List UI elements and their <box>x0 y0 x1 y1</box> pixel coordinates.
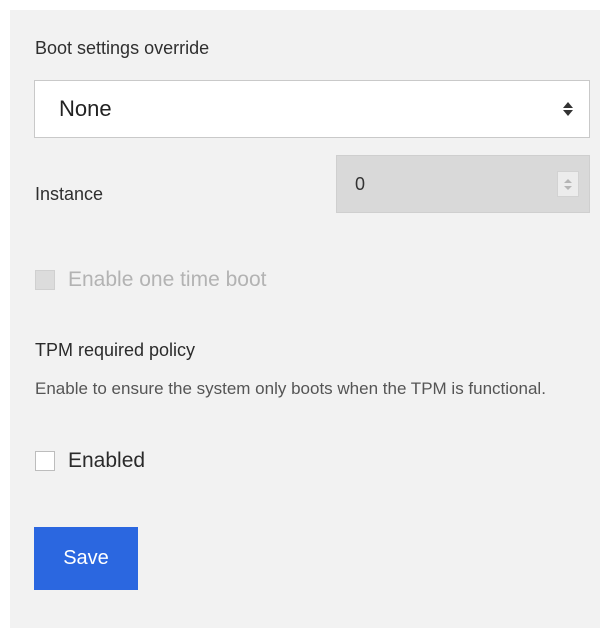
tpm-enabled-checkbox[interactable] <box>35 451 55 471</box>
boot-settings-select-value: None <box>59 96 112 121</box>
one-time-boot-option: Enable one time boot <box>35 268 266 292</box>
instance-input: 0 <box>336 155 590 213</box>
tpm-policy-title: TPM required policy <box>35 340 196 360</box>
tpm-policy-description: Enable to ensure the system only boots w… <box>35 379 546 398</box>
one-time-boot-label: Enable one time boot <box>68 268 267 291</box>
boot-settings-panel: Boot settings override None Instance 0 E… <box>10 10 600 628</box>
instance-value: 0 <box>355 173 366 194</box>
select-arrows-icon <box>563 102 573 116</box>
boot-settings-select[interactable]: None <box>34 80 590 138</box>
boot-settings-label: Boot settings override <box>35 38 210 58</box>
tpm-enabled-option[interactable]: Enabled <box>35 449 145 473</box>
one-time-boot-checkbox <box>35 270 55 290</box>
tpm-enabled-label: Enabled <box>68 449 146 472</box>
spinner-icon <box>557 171 579 197</box>
save-button[interactable]: Save <box>34 527 138 590</box>
instance-label: Instance <box>35 184 104 204</box>
